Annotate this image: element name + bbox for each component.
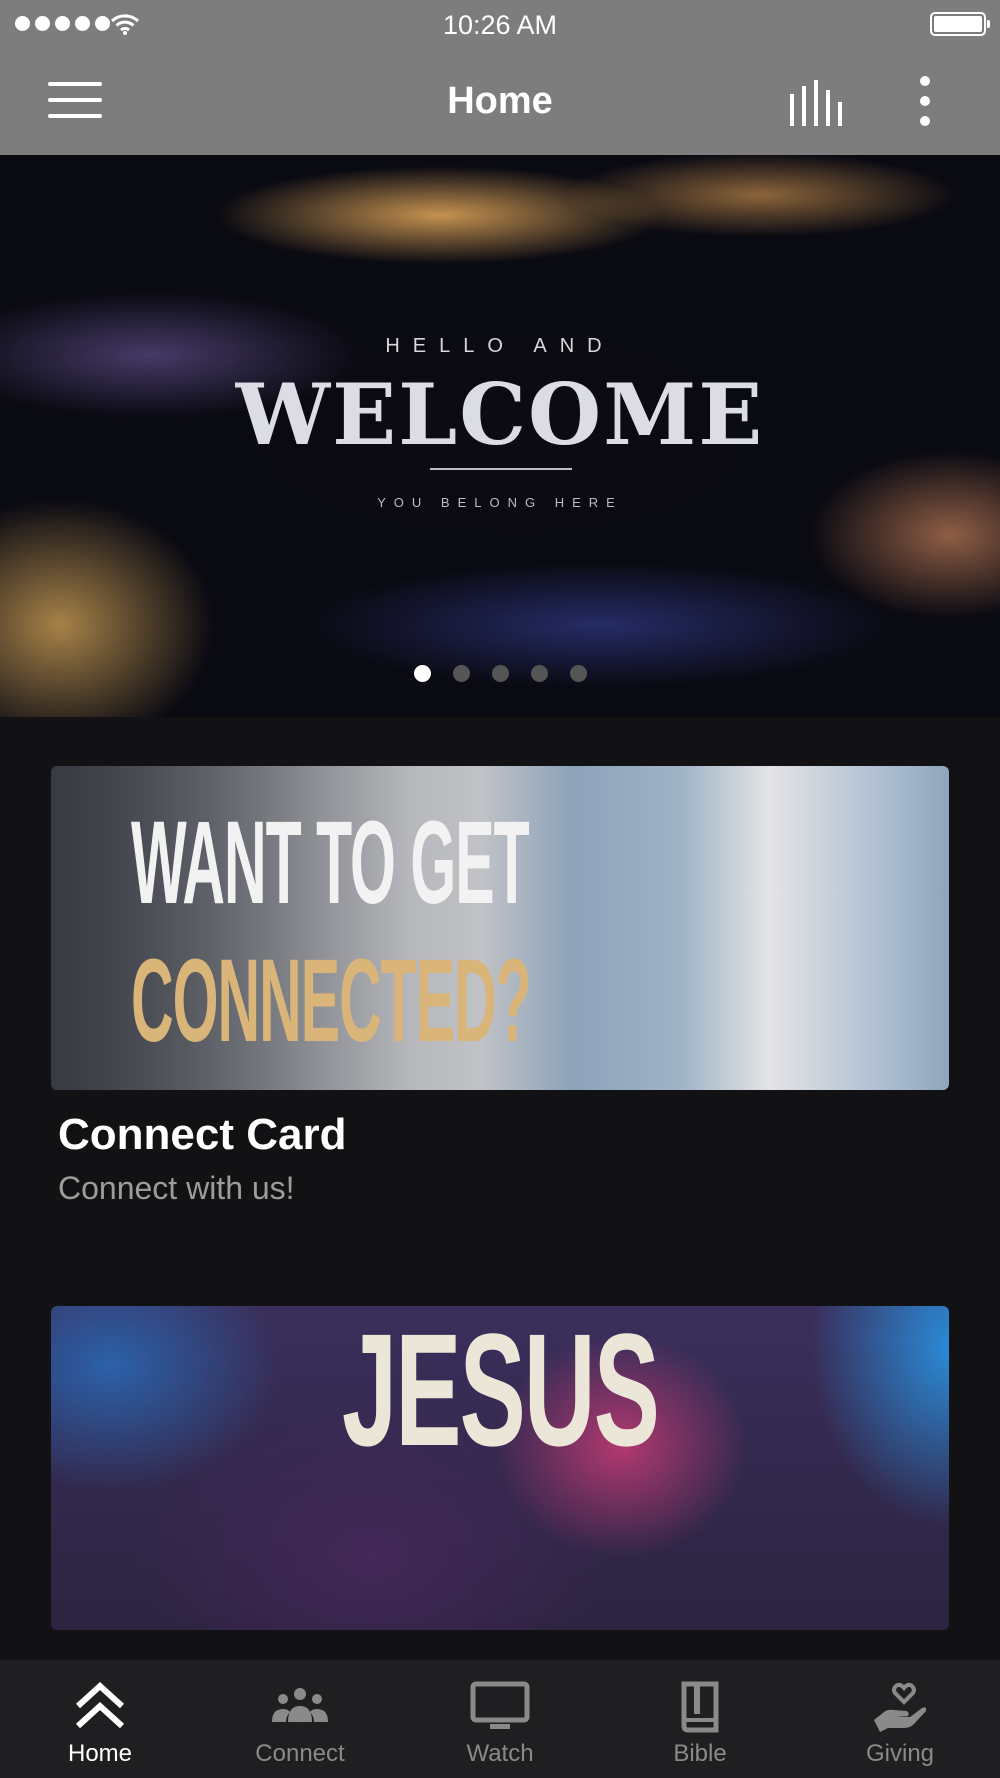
battery-icon (930, 12, 990, 36)
book-icon (681, 1681, 719, 1733)
tab-home[interactable]: Home (0, 1660, 200, 1778)
connect-card-image-line1: WANT TO GET (131, 797, 530, 929)
tab-bible[interactable]: Bible (600, 1660, 800, 1778)
status-bar: 10:26 AM (0, 0, 1000, 50)
page-title: Home (447, 80, 553, 122)
tab-watch-label: Watch (466, 1740, 534, 1767)
tab-giving-label: Giving (865, 1740, 935, 1767)
connect-card-image-line2: CONNECTED? (131, 935, 532, 1067)
jesus-card-image[interactable]: JESUS (51, 1306, 949, 1630)
people-icon (272, 1688, 328, 1722)
connect-card-image[interactable]: WANT TO GET CONNECTED? (51, 766, 949, 1090)
carousel-pager[interactable] (414, 665, 587, 682)
tab-watch[interactable]: Watch (400, 1660, 600, 1778)
jesus-card-image-word: JESUS (341, 1306, 660, 1479)
app-bar: Home (0, 50, 1000, 155)
status-time: 10:26 AM (442, 10, 558, 40)
more-options-button[interactable] (910, 76, 940, 130)
tab-connect-label: Connect (255, 1740, 345, 1767)
connect-card-subtitle: Connect with us! (58, 1170, 295, 1206)
tab-home-label: Home (67, 1740, 133, 1767)
tab-bible-label: Bible (673, 1740, 727, 1767)
carousel-dot[interactable] (453, 665, 470, 682)
hero-divider (430, 468, 572, 470)
bottom-tab-bar: Home Connect Watch Bible Giving (0, 1660, 1000, 1778)
double-chevron-up-icon (75, 1681, 125, 1729)
audio-bars-icon[interactable] (788, 80, 848, 126)
hero-carousel[interactable]: HELLO AND WELCOME YOU BELONG HERE (0, 155, 1000, 717)
tab-connect[interactable]: Connect (200, 1660, 400, 1778)
hero-line-welcome: WELCOME (235, 365, 765, 464)
carousel-dot[interactable] (570, 665, 587, 682)
hand-heart-icon (874, 1682, 927, 1732)
tab-giving[interactable]: Giving (800, 1660, 1000, 1778)
monitor-icon (470, 1681, 530, 1729)
carousel-dot[interactable] (492, 665, 509, 682)
connect-card-title[interactable]: Connect Card (58, 1110, 346, 1160)
hero-line-hello: HELLO AND (385, 335, 615, 357)
carousel-dot[interactable] (531, 665, 548, 682)
hero-line-belong: YOU BELONG HERE (377, 495, 623, 510)
carousel-dot[interactable] (414, 665, 431, 682)
